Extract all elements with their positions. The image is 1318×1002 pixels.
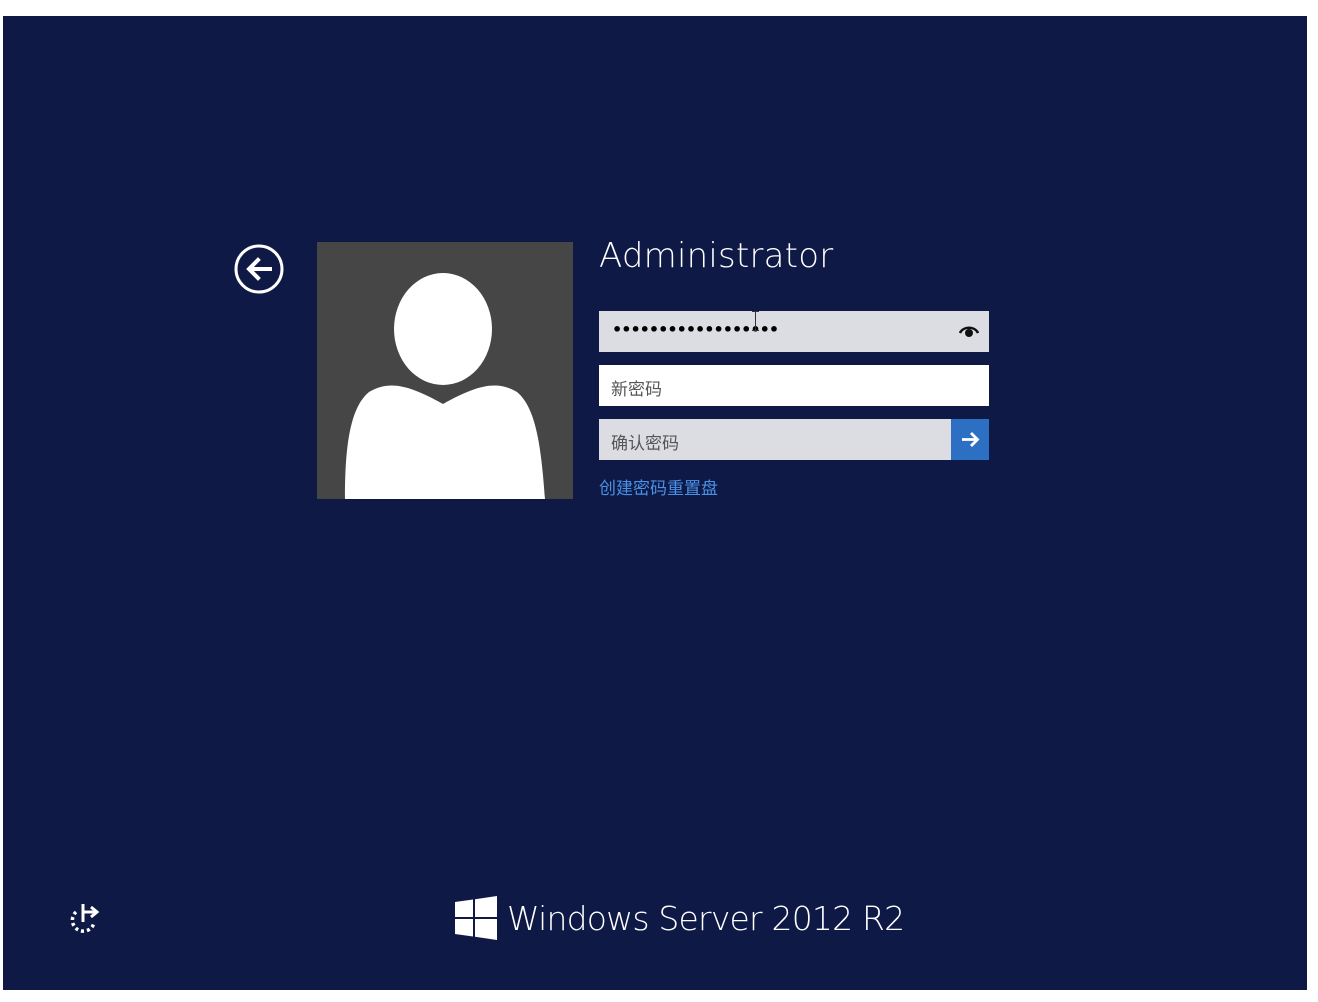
lock-screen: Administrator •••••••••••••••••• 新密码 确认密…: [3, 16, 1307, 990]
username-label: Administrator: [599, 236, 834, 276]
user-silhouette-icon: [345, 273, 545, 499]
submit-button[interactable]: [951, 419, 989, 460]
ease-of-access-button[interactable]: [63, 898, 103, 938]
arrow-right-icon: [962, 432, 980, 447]
old-password-input[interactable]: ••••••••••••••••••: [599, 311, 989, 352]
confirm-password-input[interactable]: 确认密码: [599, 419, 989, 460]
product-name: Windows Server 2012 R2: [507, 898, 905, 938]
text-cursor: [752, 311, 759, 331]
ease-of-access-icon: [70, 904, 100, 933]
back-button[interactable]: [234, 244, 284, 294]
create-reset-disk-link[interactable]: 创建密码重置盘: [599, 474, 718, 499]
back-arrow-icon: [234, 244, 284, 294]
windows-branding: Windows Server 2012 R2: [455, 896, 905, 940]
user-avatar: [317, 242, 573, 499]
new-password-input[interactable]: 新密码: [599, 365, 989, 406]
eye-icon[interactable]: [958, 322, 980, 340]
windows-logo-icon: [455, 896, 497, 940]
new-password-placeholder: 新密码: [611, 380, 662, 400]
confirm-password-placeholder: 确认密码: [611, 434, 679, 454]
